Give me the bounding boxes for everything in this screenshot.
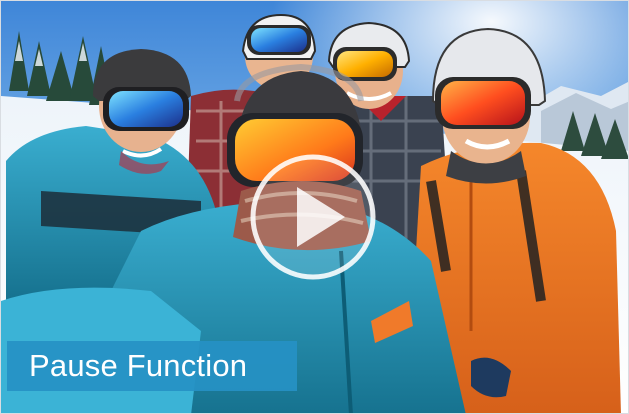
- play-icon: [250, 154, 376, 280]
- video-player[interactable]: Pause Function: [0, 0, 629, 414]
- play-button[interactable]: [247, 151, 379, 283]
- video-caption-text: Pause Function: [29, 348, 248, 383]
- video-caption-banner: Pause Function: [7, 341, 297, 391]
